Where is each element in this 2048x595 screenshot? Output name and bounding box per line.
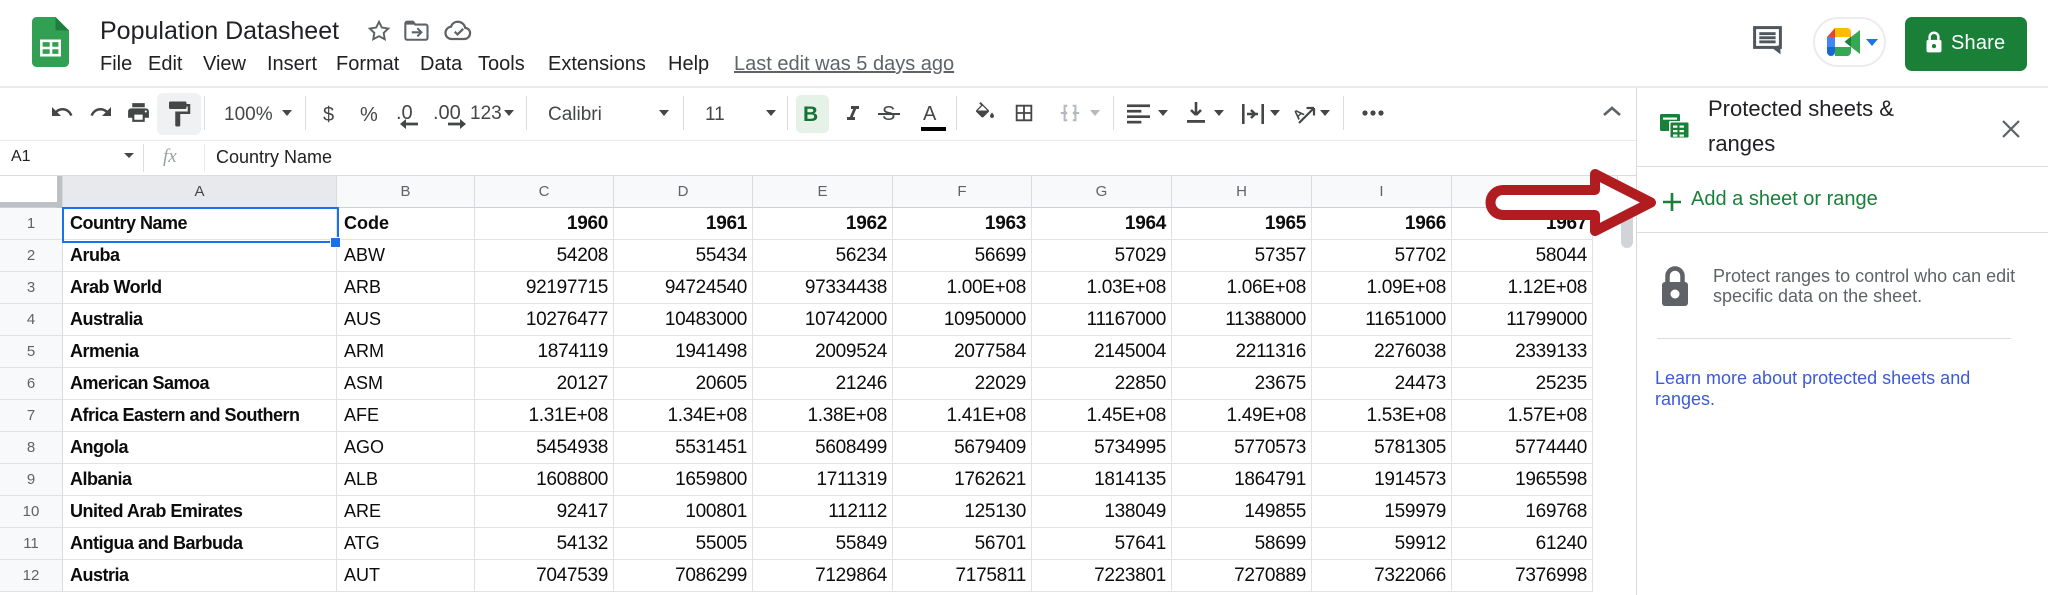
svg-text:A: A xyxy=(1293,105,1307,123)
